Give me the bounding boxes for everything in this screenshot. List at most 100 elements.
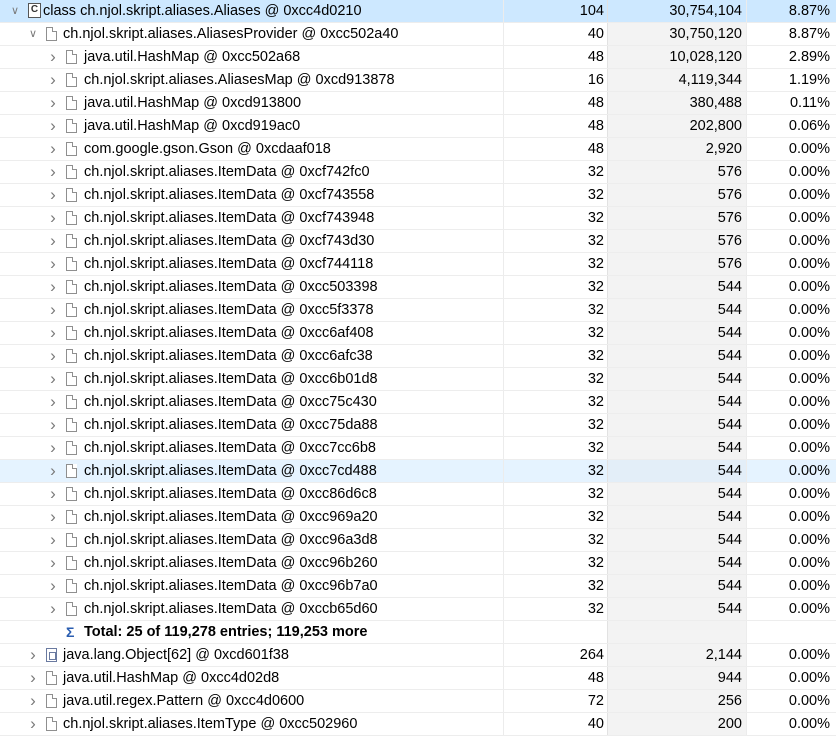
table-row[interactable]: › ch.njol.skript.aliases.ItemData @ 0xcc9… — [0, 552, 836, 575]
retained-heap-cell — [607, 621, 746, 643]
object-instance-icon — [46, 717, 57, 731]
shallow-heap-cell — [503, 621, 607, 643]
table-row[interactable]: › ch.njol.skript.aliases.ItemData @ 0xcc8… — [0, 483, 836, 506]
table-row[interactable]: › ch.njol.skript.aliases.ItemData @ 0xcf7… — [0, 253, 836, 276]
chevron-right-icon[interactable]: › — [46, 92, 60, 114]
row-label: java.util.HashMap @ 0xcc4d02d8 — [63, 670, 280, 686]
chevron-right-icon[interactable]: › — [46, 322, 60, 344]
chevron-right-icon[interactable]: › — [46, 207, 60, 229]
array-icon — [46, 648, 57, 662]
heap-dominator-tree[interactable]: ∨ Cclass ch.njol.skript.aliases.Aliases @… — [0, 0, 836, 736]
class-name-cell: › ch.njol.skript.aliases.ItemData @ 0xcc9… — [0, 529, 503, 551]
shallow-heap-cell: 48 — [503, 667, 607, 689]
percentage-cell: 0.00% — [746, 230, 836, 252]
table-row[interactable]: › ch.njol.skript.aliases.ItemData @ 0xcc9… — [0, 506, 836, 529]
row-label: ch.njol.skript.aliases.ItemData @ 0xccb6… — [84, 601, 378, 617]
shallow-heap-cell: 32 — [503, 322, 607, 344]
table-row[interactable]: ∨ ch.njol.skript.aliases.AliasesProvider … — [0, 23, 836, 46]
chevron-right-icon[interactable]: › — [46, 46, 60, 68]
total-summary-row[interactable]: Σ Total: 25 of 119,278 entries; 119,253 m… — [0, 621, 836, 644]
shallow-heap-cell: 32 — [503, 276, 607, 298]
retained-heap-cell: 4,119,344 — [607, 69, 746, 91]
row-label: ch.njol.skript.aliases.AliasesMap @ 0xcd… — [84, 72, 395, 88]
percentage-cell: 2.89% — [746, 46, 836, 68]
chevron-right-icon[interactable]: › — [46, 437, 60, 459]
chevron-down-icon[interactable]: ∨ — [8, 0, 22, 22]
table-row[interactable]: › ch.njol.skript.aliases.ItemData @ 0xcf7… — [0, 161, 836, 184]
chevron-down-icon[interactable]: ∨ — [26, 23, 40, 45]
chevron-right-icon[interactable]: › — [46, 414, 60, 436]
table-row[interactable]: › java.util.HashMap @ 0xcd913800 48 380,488… — [0, 92, 836, 115]
object-instance-icon — [66, 533, 77, 547]
table-row[interactable]: › ch.njol.skript.aliases.ItemData @ 0xcc7… — [0, 391, 836, 414]
table-row[interactable]: › ch.njol.skript.aliases.AliasesMap @ 0xc… — [0, 69, 836, 92]
table-row[interactable]: › java.util.HashMap @ 0xcd919ac0 48 202,800… — [0, 115, 836, 138]
object-instance-icon — [66, 372, 77, 386]
row-label: ch.njol.skript.aliases.ItemData @ 0xcc96… — [84, 555, 378, 571]
chevron-right-icon[interactable]: › — [46, 552, 60, 574]
row-label: java.util.HashMap @ 0xcc502a68 — [84, 49, 301, 65]
table-row[interactable]: › ch.njol.skript.aliases.ItemData @ 0xcc6… — [0, 322, 836, 345]
table-row[interactable]: › ch.njol.skript.aliases.ItemData @ 0xcc6… — [0, 345, 836, 368]
table-row[interactable]: › java.lang.Object[62] @ 0xcd601f38 264 2,1… — [0, 644, 836, 667]
chevron-right-icon[interactable]: › — [26, 644, 40, 666]
object-instance-icon — [66, 487, 77, 501]
chevron-right-icon[interactable]: › — [46, 253, 60, 275]
chevron-right-icon[interactable]: › — [46, 161, 60, 183]
retained-heap-cell: 544 — [607, 368, 746, 390]
chevron-right-icon[interactable]: › — [46, 575, 60, 597]
table-row[interactable]: › ch.njol.skript.aliases.ItemData @ 0xcc7… — [0, 460, 836, 483]
table-row[interactable]: › com.google.gson.Gson @ 0xcdaaf018 48 2,92… — [0, 138, 836, 161]
chevron-right-icon[interactable]: › — [46, 529, 60, 551]
chevron-right-icon[interactable]: › — [46, 276, 60, 298]
table-row[interactable]: › ch.njol.skript.aliases.ItemData @ 0xcf7… — [0, 230, 836, 253]
retained-heap-cell: 544 — [607, 552, 746, 574]
percentage-cell: 0.00% — [746, 598, 836, 620]
row-label: com.google.gson.Gson @ 0xcdaaf018 — [84, 141, 331, 157]
table-row[interactable]: › ch.njol.skript.aliases.ItemData @ 0xcc5… — [0, 276, 836, 299]
row-label: java.util.HashMap @ 0xcd913800 — [84, 95, 302, 111]
row-label: java.util.HashMap @ 0xcd919ac0 — [84, 118, 301, 134]
chevron-right-icon[interactable]: › — [46, 138, 60, 160]
table-row[interactable]: ∨ Cclass ch.njol.skript.aliases.Aliases @… — [0, 0, 836, 23]
retained-heap-cell: 544 — [607, 345, 746, 367]
table-row[interactable]: › ch.njol.skript.aliases.ItemData @ 0xcc9… — [0, 575, 836, 598]
table-row[interactable]: › ch.njol.skript.aliases.ItemData @ 0xcc9… — [0, 529, 836, 552]
chevron-right-icon[interactable]: › — [46, 506, 60, 528]
shallow-heap-cell: 32 — [503, 184, 607, 206]
chevron-right-icon[interactable]: › — [46, 391, 60, 413]
shallow-heap-cell: 48 — [503, 138, 607, 160]
object-instance-icon — [66, 142, 77, 156]
chevron-right-icon[interactable]: › — [46, 115, 60, 137]
table-row[interactable]: › ch.njol.skript.aliases.ItemData @ 0xcc7… — [0, 437, 836, 460]
table-row[interactable]: › ch.njol.skript.aliases.ItemType @ 0xcc5… — [0, 713, 836, 736]
percentage-cell: 0.00% — [746, 460, 836, 482]
chevron-right-icon[interactable]: › — [46, 598, 60, 620]
table-row[interactable]: › ch.njol.skript.aliases.ItemData @ 0xccb… — [0, 598, 836, 621]
chevron-right-icon[interactable]: › — [46, 345, 60, 367]
table-row[interactable]: › ch.njol.skript.aliases.ItemData @ 0xcc5… — [0, 299, 836, 322]
table-row[interactable]: › ch.njol.skript.aliases.ItemData @ 0xcc6… — [0, 368, 836, 391]
class-name-cell: › ch.njol.skript.aliases.ItemData @ 0xcf7… — [0, 253, 503, 275]
table-row[interactable]: › java.util.HashMap @ 0xcc4d02d8 48 944 0.00… — [0, 667, 836, 690]
chevron-right-icon[interactable]: › — [46, 69, 60, 91]
table-row[interactable]: › java.util.HashMap @ 0xcc502a68 48 10,028,… — [0, 46, 836, 69]
percentage-cell: 0.00% — [746, 529, 836, 551]
table-row[interactable]: › ch.njol.skript.aliases.ItemData @ 0xcc7… — [0, 414, 836, 437]
chevron-right-icon[interactable]: › — [26, 667, 40, 689]
table-row[interactable]: › ch.njol.skript.aliases.ItemData @ 0xcf7… — [0, 184, 836, 207]
table-row[interactable]: › java.util.regex.Pattern @ 0xcc4d0600 72 2… — [0, 690, 836, 713]
object-instance-icon — [66, 165, 77, 179]
chevron-right-icon[interactable]: › — [46, 230, 60, 252]
chevron-right-icon[interactable]: › — [46, 368, 60, 390]
chevron-right-icon[interactable]: › — [46, 184, 60, 206]
percentage-cell: 8.87% — [746, 23, 836, 45]
chevron-right-icon[interactable]: › — [46, 483, 60, 505]
chevron-right-icon[interactable]: › — [46, 460, 60, 482]
chevron-right-icon[interactable]: › — [46, 299, 60, 321]
table-row[interactable]: › ch.njol.skript.aliases.ItemData @ 0xcf7… — [0, 207, 836, 230]
retained-heap-cell: 544 — [607, 598, 746, 620]
shallow-heap-cell: 48 — [503, 46, 607, 68]
class-name-cell: › ch.njol.skript.aliases.ItemData @ 0xcc7… — [0, 391, 503, 413]
chevron-right-icon[interactable]: › — [26, 690, 40, 712]
